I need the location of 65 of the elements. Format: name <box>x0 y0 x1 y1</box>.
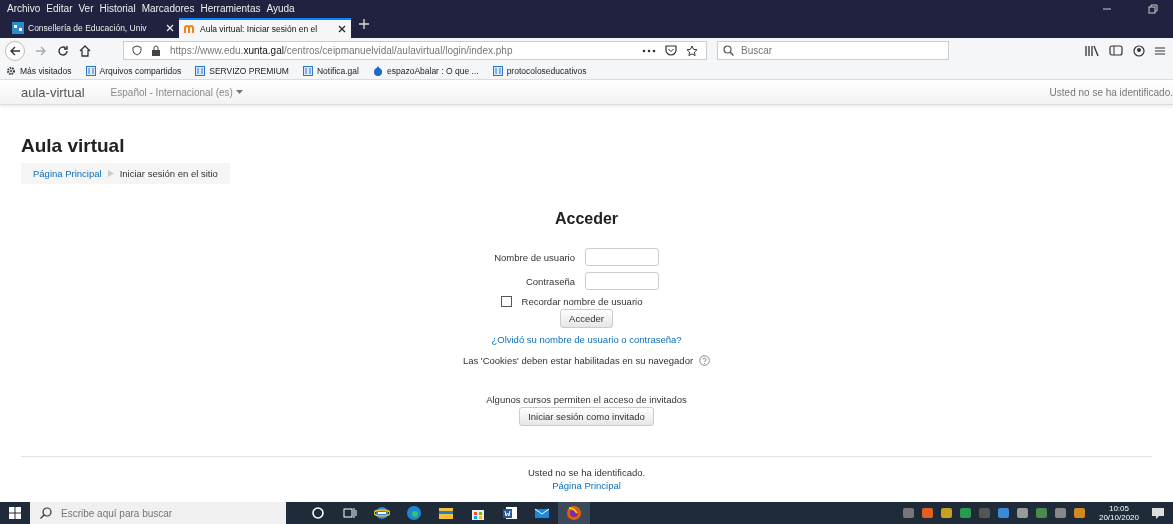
drop-icon <box>372 66 383 76</box>
bookmark-label[interactable]: SERVIZO PREMIUM <box>209 66 289 76</box>
field-label: Contraseña <box>524 275 575 287</box>
library-icon[interactable] <box>1085 45 1099 56</box>
forgot-password-link[interactable]: ¿Olvidó su nombre de usuario o contraseña? <box>491 334 682 345</box>
cookies-note: Las 'Cookies' deben estar habilitadas en su navegador <box>462 355 694 366</box>
menu-item[interactable]: Archivo <box>7 3 41 14</box>
menu-item[interactable]: Herramientas <box>200 3 261 14</box>
gear-icon <box>6 66 16 76</box>
bookmark-label[interactable]: espazoAbalar : O que ... <box>386 66 479 76</box>
back-icon[interactable] <box>5 40 25 61</box>
bookmark-label[interactable]: Más visitados <box>20 66 72 76</box>
site-icon <box>302 66 313 76</box>
reload-icon[interactable] <box>57 44 69 57</box>
site-icon <box>195 66 206 76</box>
bookmark-label[interactable]: Notifica.gal <box>316 66 359 76</box>
menu-icon[interactable] <box>1155 45 1165 56</box>
site-icon <box>184 23 196 35</box>
bookmark-label[interactable]: protocoloseducativos <box>506 66 587 76</box>
browser-tab[interactable]: Aula virtual: Iniciar sesión en el <box>179 18 351 38</box>
breadcrumb-current: Iniciar sesión en el sitio <box>119 168 218 179</box>
separator-icon <box>107 170 114 177</box>
notifications-icon[interactable] <box>1151 507 1165 519</box>
guest-login-button[interactable]: Iniciar sesión como invitado <box>519 407 654 426</box>
breadcrumb-link[interactable]: Página Principal <box>33 168 102 179</box>
field-label: Nombre de usuario <box>493 251 575 263</box>
pocket-icon[interactable] <box>665 45 677 56</box>
page-heading: Aula virtual <box>21 135 126 157</box>
login-title: Acceder <box>554 210 619 228</box>
home-link[interactable]: Página Principal <box>552 480 621 491</box>
help-icon[interactable] <box>699 355 711 366</box>
site-brand[interactable]: aula-virtual <box>21 84 85 100</box>
more-icon[interactable] <box>642 48 656 53</box>
site-icon <box>85 66 96 76</box>
menu-item[interactable]: Marcadores <box>141 3 195 14</box>
browser-tab[interactable]: Consellería de Educación, Univ <box>7 18 179 38</box>
site-icon <box>492 66 503 76</box>
fox-icon[interactable] <box>558 502 590 524</box>
menu-item[interactable]: Ayuda <box>266 3 295 14</box>
sidebar-icon[interactable] <box>1109 45 1123 56</box>
checkbox-label[interactable]: Recordar nombre de usuario <box>521 296 643 307</box>
caret-icon <box>235 90 243 94</box>
star-icon[interactable] <box>686 44 698 57</box>
search-field[interactable]: Buscar <box>717 41 949 60</box>
close-icon[interactable] <box>338 25 346 33</box>
login-button[interactable]: Acceder <box>560 309 613 328</box>
menu-item[interactable]: Historial <box>99 3 136 14</box>
lock-icon[interactable] <box>151 45 161 56</box>
bookmark-label[interactable]: Arquivos compartidos <box>99 66 182 76</box>
shield-icon[interactable] <box>132 45 142 56</box>
password-field[interactable] <box>585 272 659 290</box>
login-status: Usted no se ha identificado. <box>1049 86 1173 98</box>
checkbox[interactable] <box>500 296 512 307</box>
address-bar[interactable]: https://www.edu.xunta.gal/centros/ceipmanuelvidal/aulavirtual/login/index.php <box>123 41 707 60</box>
account-icon[interactable] <box>1133 44 1145 57</box>
language-dropdown[interactable]: Español - Internacional (es) <box>110 86 243 98</box>
site-icon <box>12 22 24 34</box>
taskbar-search-field[interactable]: Escribe aquí para buscar <box>30 502 286 524</box>
menu-item[interactable]: Editar <box>46 3 73 14</box>
home-icon[interactable] <box>79 44 91 57</box>
menu-item[interactable]: Ver <box>78 3 94 14</box>
clock[interactable]: 10:05 20/10/2020 <box>1098 504 1139 522</box>
username-field[interactable] <box>585 248 659 266</box>
guest-note: Algunos cursos permiten el acceso de invitados <box>486 394 687 405</box>
footer-status: Usted no se ha identificado. <box>527 467 646 478</box>
